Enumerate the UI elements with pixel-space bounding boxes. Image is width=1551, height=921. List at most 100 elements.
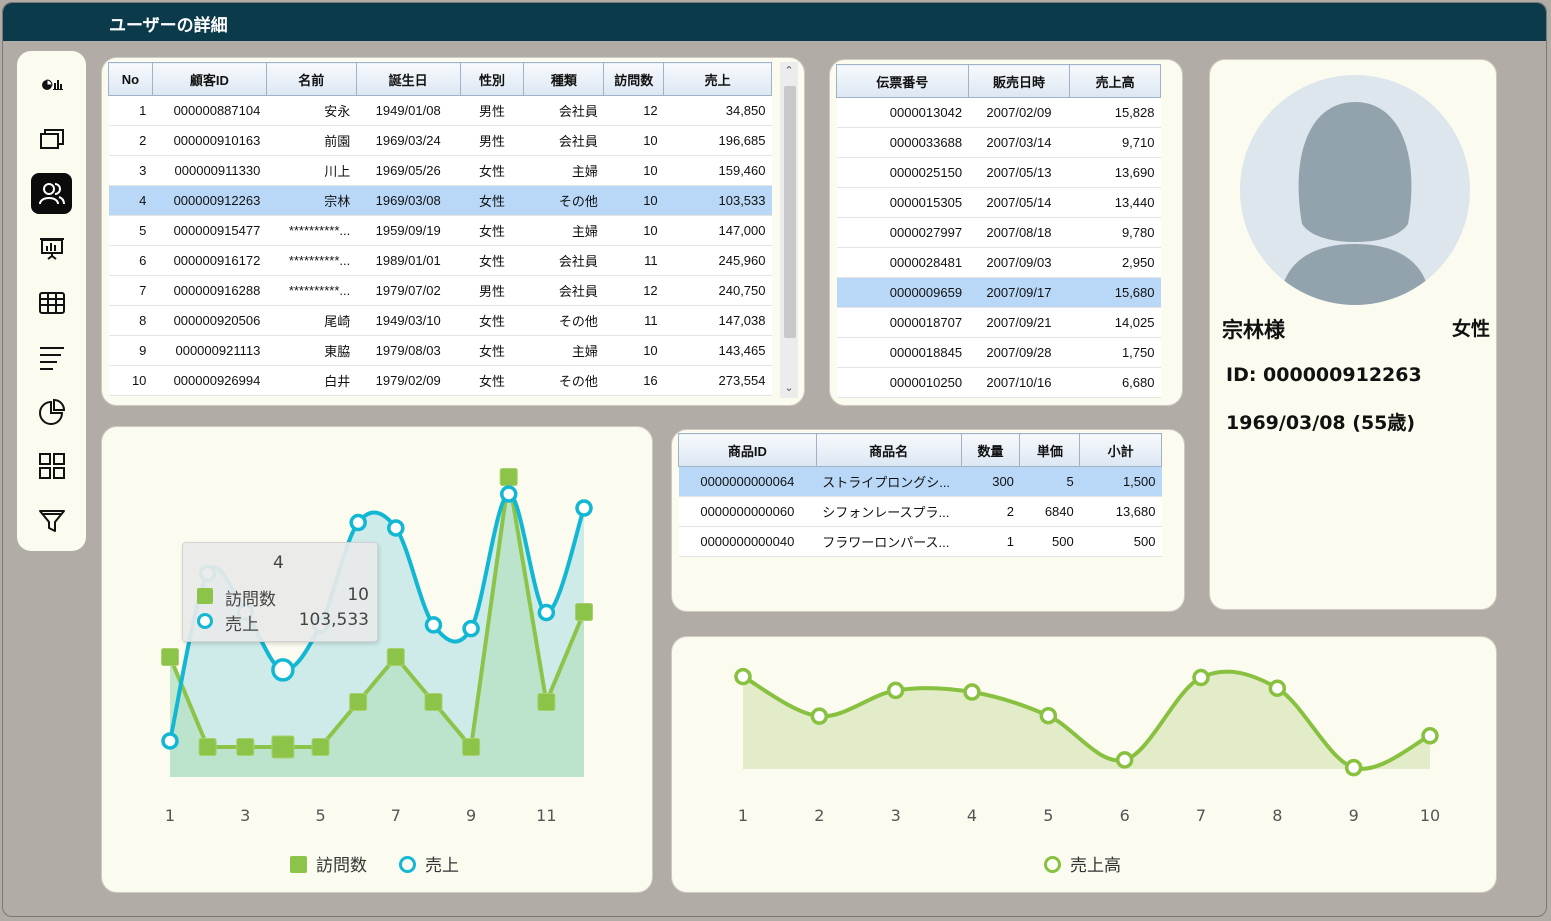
column-header[interactable]: 数量 [960,433,1021,467]
column-header[interactable]: 性別 [459,62,525,96]
table-cell: 240,750 [663,275,772,306]
table-row[interactable]: 0000018707 2007/09/21 14,025 [836,307,1161,338]
slips-card: 伝票番号 販売日時 売上高 0000013042 2007/02/09 15,828 00… [829,59,1183,406]
table-cell: 0000015305 [836,187,969,218]
table-row[interactable]: 0000000000040 フラワーロンパース... 1 500 500 [678,526,1162,557]
column-header[interactable]: 顧客ID [151,62,267,96]
table-cell: 会社員 [523,125,604,156]
table-cell: 13,690 [1069,157,1161,188]
table-cell: 000000916172 [152,245,267,276]
table-cell: 13,680 [1079,496,1162,527]
sales-point [537,603,556,622]
table-cell: 男性 [460,275,524,306]
table-cell: 2,950 [1069,247,1161,278]
table-cell: 1979/02/09 [356,365,461,396]
table-cell: 0000000000064 [678,466,817,497]
legend-item-slip-sales[interactable]: 売上高 [1044,851,1121,876]
customer-chart-card: 1 3 5 7 9 11 4 訪問数 10 売上 103,533 訪問数 売上 [101,426,653,893]
sidebar-item-presentation[interactable] [31,227,72,268]
column-header[interactable]: 売上 [663,62,772,96]
table-cell: 245,960 [663,245,772,276]
column-header[interactable]: 誕生日 [355,62,461,96]
table-row[interactable]: 0000018845 2007/09/28 1,750 [836,337,1161,368]
table-cell: 12 [603,275,664,306]
table-cell: 500 [1019,526,1080,557]
table-row[interactable]: 6 000000916172 **********... 1989/01/01 女性 会社… [108,245,772,276]
table-cell: 2 [108,125,153,156]
x-tick-label: 11 [536,806,556,825]
sidebar-item-table[interactable] [31,282,72,323]
sidebar-item-filter[interactable] [31,499,72,540]
table-cell: 1 [961,526,1020,557]
table-row[interactable]: 1 000000887104 安永 1949/01/08 男性 会社員 12 34,850 [108,95,772,126]
table-row[interactable]: 10 000000926994 白井 1979/02/09 女性 その他 16 273,554 [108,365,772,396]
column-header[interactable]: 単価 [1019,433,1081,467]
table-row[interactable]: 3 000000911330 川上 1969/05/26 女性 主婦 10 159,460 [108,155,772,186]
table-cell: 2007/05/13 [968,157,1070,188]
column-header[interactable]: 名前 [265,62,357,96]
table-row[interactable]: 0000015305 2007/05/14 13,440 [836,187,1161,218]
scroll-down-icon[interactable]: ⌄ [780,381,798,394]
windows-icon [39,128,64,149]
column-header[interactable]: 訪問数 [603,62,665,96]
table-row[interactable]: 0000028481 2007/09/03 2,950 [836,247,1161,278]
table-row[interactable]: 0000013042 2007/02/09 15,828 [836,97,1161,128]
sales-point [387,519,405,537]
column-header[interactable]: 販売日時 [967,64,1071,98]
x-tick-label: 5 [315,806,325,825]
table-cell: 1,500 [1079,466,1162,497]
table-cell: 0000010250 [836,367,969,398]
table-cell: 11 [603,245,664,276]
table-cell: フラワーロンパース... [816,526,962,557]
sidebar-item-grid[interactable] [31,445,72,486]
column-header[interactable]: No [108,62,153,96]
sidebar-item-dashboard[interactable] [31,64,72,105]
table-row[interactable]: 0000009659 2007/09/17 15,680 [836,277,1161,308]
table-cell: **********... [266,275,357,306]
sidebar-item-list[interactable] [31,336,72,377]
visits-point [499,468,518,486]
sales-point [271,658,295,682]
table-cell: 10 [603,335,664,366]
table-row[interactable]: 0000027997 2007/08/18 9,780 [836,217,1161,248]
table-cell: 7 [108,275,153,306]
scroll-thumb[interactable] [784,86,796,338]
x-tick-label: 1 [165,806,175,825]
table-row[interactable]: 2 000000910163 前園 1969/03/24 男性 会社員 10 196,685 [108,125,772,156]
table-cell: 男性 [460,125,524,156]
table-row[interactable]: 5 000000915477 **********... 1959/09/19 女性 主婦… [108,215,772,246]
customers-card: No 顧客ID 名前 誕生日 性別 種類 訪問数 売上 1 000000887104 安永 1949… [101,57,805,406]
table-row[interactable]: 9 000000921113 東脇 1979/08/03 女性 主婦 10 143,465 [108,335,772,366]
visits-sales-chart[interactable]: 1 3 5 7 9 11 [102,427,654,894]
table-row[interactable]: 0000025150 2007/05/13 13,690 [836,157,1161,188]
column-header[interactable]: 小計 [1079,433,1162,467]
table-cell: 1979/07/02 [356,275,461,306]
table-row[interactable]: 0000000000064 ストライプロングシ... 300 5 1,500 [678,466,1162,497]
table-cell: 0000000000060 [678,496,817,527]
scroll-up-icon[interactable]: ⌃ [780,64,798,77]
chart-legend: 売上高 [1044,851,1164,876]
visits-point [575,603,593,621]
table-row[interactable]: 0000033688 2007/03/14 9,710 [836,127,1161,158]
column-header[interactable]: 商品ID [678,433,817,467]
sidebar-item-users[interactable] [31,173,72,214]
table-cell: 0000028481 [836,247,969,278]
table-row[interactable]: 8 000000920506 尾崎 1949/03/10 女性 その他 11 147,038 [108,305,772,336]
customers-scrollbar[interactable]: ⌃ ⌄ [780,62,798,398]
sidebar-item-pie[interactable] [31,391,72,432]
slip-sales-point [886,681,905,700]
table-row[interactable]: 0000010250 2007/10/16 6,680 [836,367,1161,398]
table-row[interactable]: 4 000000912263 宗林 1969/03/08 女性 その他 10 103,533 [108,185,772,216]
column-header[interactable]: 種類 [523,62,605,96]
table-cell: 東脇 [266,335,357,366]
column-header[interactable]: 商品名 [815,433,962,467]
column-header[interactable]: 売上高 [1069,64,1161,98]
slip-sales-point [810,707,829,725]
table-row[interactable]: 0000000000060 シフォンレースプラ... 2 6840 13,680 [678,496,1162,527]
column-header[interactable]: 伝票番号 [836,64,969,98]
table-cell: 1959/09/19 [356,215,461,246]
sidebar-item-windows[interactable] [31,118,72,159]
table-row[interactable]: 7 000000916288 **********... 1979/07/02 男性 会社… [108,275,772,306]
legend-item-sales[interactable]: 売上 [399,851,459,876]
legend-item-visits[interactable]: 訪問数 [290,851,367,876]
